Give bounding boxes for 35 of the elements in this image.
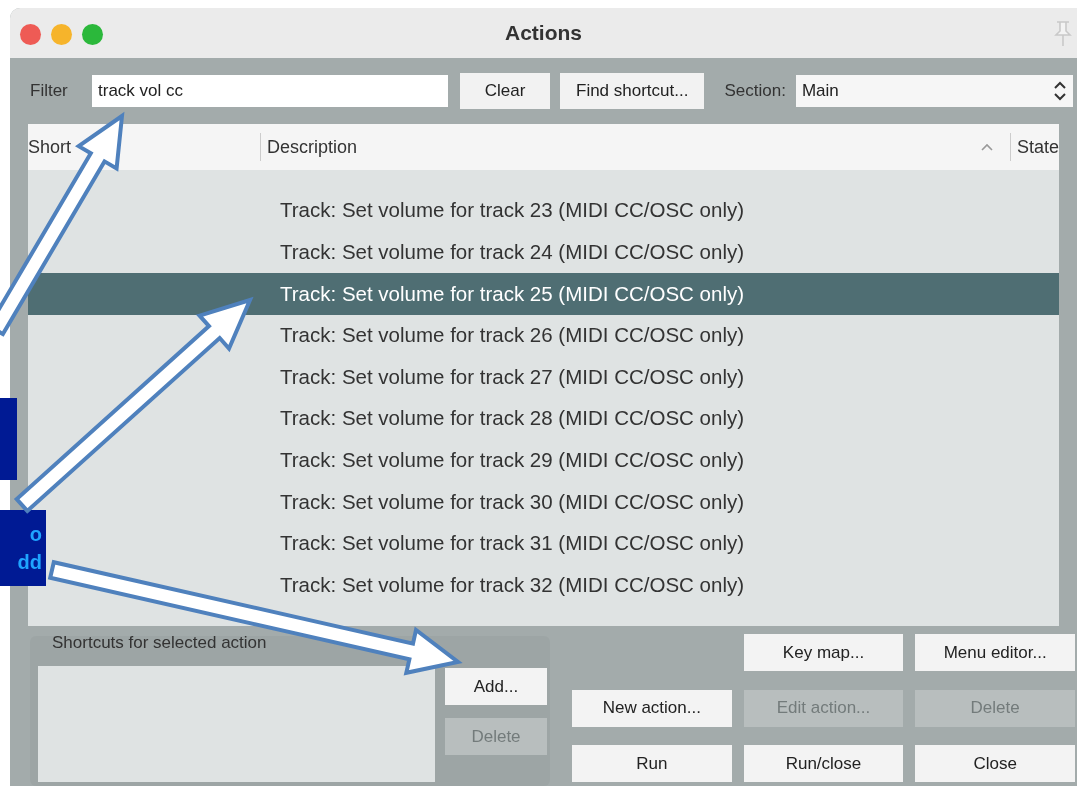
action-description[interactable]: Track: Set volume for track 27 (MIDI CC/OSC only): [280, 361, 744, 393]
zoom-window-button[interactable]: [82, 24, 103, 45]
dialog-button[interactable]: Add...: [445, 668, 547, 705]
dialog-button[interactable]: Key map...: [743, 634, 904, 671]
action-description[interactable]: Track: Set volume for track 30 (MIDI CC/OSC only): [280, 486, 744, 518]
action-description[interactable]: Track: Set volume for track 23 (MIDI CC/OSC only): [280, 195, 744, 227]
window-title: Actions: [505, 20, 582, 47]
minimize-window-button[interactable]: [51, 24, 72, 45]
close-window-button[interactable]: [20, 24, 41, 45]
dialog-button[interactable]: New action...: [572, 689, 732, 727]
column-header[interactable]: State: [1011, 133, 1059, 161]
callout-text: dd: [17, 550, 42, 575]
dialog-button[interactable]: Run/close: [743, 745, 904, 783]
dialog-button[interactable]: Close: [915, 745, 1075, 783]
column-header[interactable]: Description: [261, 133, 980, 161]
action-description[interactable]: Track: Set volume for track 29 (MIDI CC/OSC only): [280, 445, 744, 476]
callout-text: o: [29, 522, 42, 547]
group-label: Shortcuts for selected action: [52, 632, 267, 654]
action-description[interactable]: Track: Set volume for track 28 (MIDI CC/OSC only): [280, 403, 744, 435]
action-description[interactable]: Track: Set volume for track 26 (MIDI CC/OSC only): [280, 320, 744, 351]
shortcuts-list[interactable]: [38, 666, 435, 782]
toolbar-button[interactable]: Find shortcut...: [560, 73, 705, 109]
filter-label: Filter: [30, 80, 69, 103]
filter-field[interactable]: track vol cc: [92, 75, 448, 107]
pin-icon[interactable]: [1053, 20, 1073, 48]
toolbar-button[interactable]: Clear: [460, 73, 550, 109]
up-down-chevron-icon: [1053, 80, 1067, 102]
section-label: Section:: [724, 80, 786, 103]
action-description[interactable]: Track: Set volume for track 32 (MIDI CC/OSC only): [280, 569, 744, 601]
column-header[interactable]: Short: [28, 133, 260, 161]
dialog-button[interactable]: Menu editor...: [915, 634, 1075, 671]
dialog-button[interactable]: Run: [572, 745, 732, 783]
section-dropdown[interactable]: Main: [795, 75, 1073, 107]
action-description[interactable]: Track: Set volume for track 31 (MIDI CC/OSC only): [280, 528, 744, 559]
action-description[interactable]: Track: Set volume for track 24 (MIDI CC/OSC only): [280, 237, 744, 268]
